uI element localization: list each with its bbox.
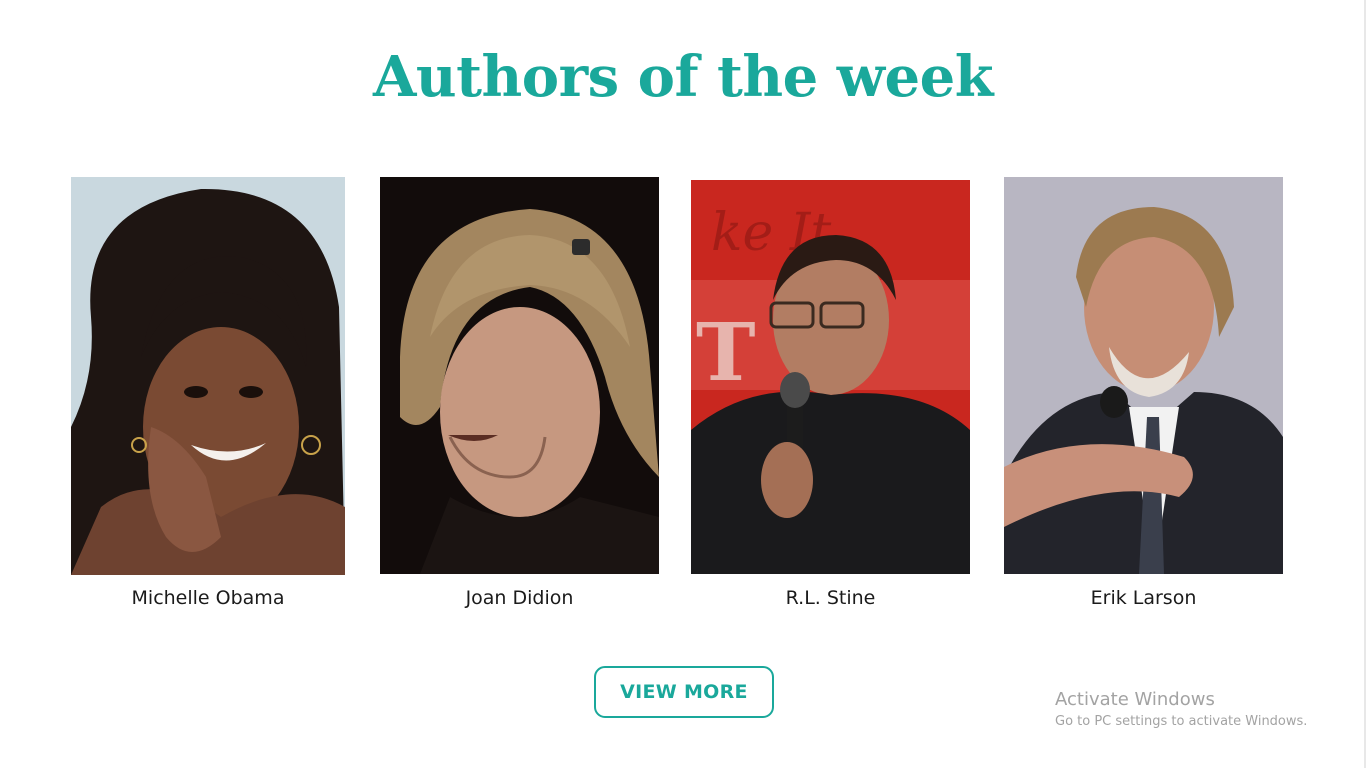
view-more-button[interactable]: VIEW MORE	[594, 666, 774, 718]
author-name: Michelle Obama	[131, 587, 285, 609]
section-title: Authors of the week	[372, 44, 994, 110]
watermark-title: Activate Windows	[1055, 689, 1215, 710]
author-name: Erik Larson	[1090, 587, 1197, 609]
author-card-erik-larson[interactable]: Erik Larson	[1004, 177, 1283, 609]
author-card-rl-stine[interactable]: ke It T T R.L. Stine	[691, 180, 970, 609]
author-photo[interactable]	[380, 177, 659, 574]
author-photo[interactable]: ke It T T	[691, 180, 970, 574]
author-photo[interactable]	[71, 177, 345, 575]
author-card-joan-didion[interactable]: Joan Didion	[380, 177, 659, 609]
author-photo[interactable]	[1004, 177, 1283, 574]
watermark-subtitle: Go to PC settings to activate Windows.	[1055, 714, 1308, 729]
author-name: R.L. Stine	[785, 587, 876, 609]
author-name: Joan Didion	[465, 587, 574, 609]
windows-activation-watermark: Activate Windows Go to PC settings to ac…	[1055, 689, 1307, 731]
author-card-michelle-obama[interactable]: Michelle Obama	[71, 177, 345, 609]
authors-section: Authors of the week Michelle Obama Joan …	[0, 0, 1366, 768]
